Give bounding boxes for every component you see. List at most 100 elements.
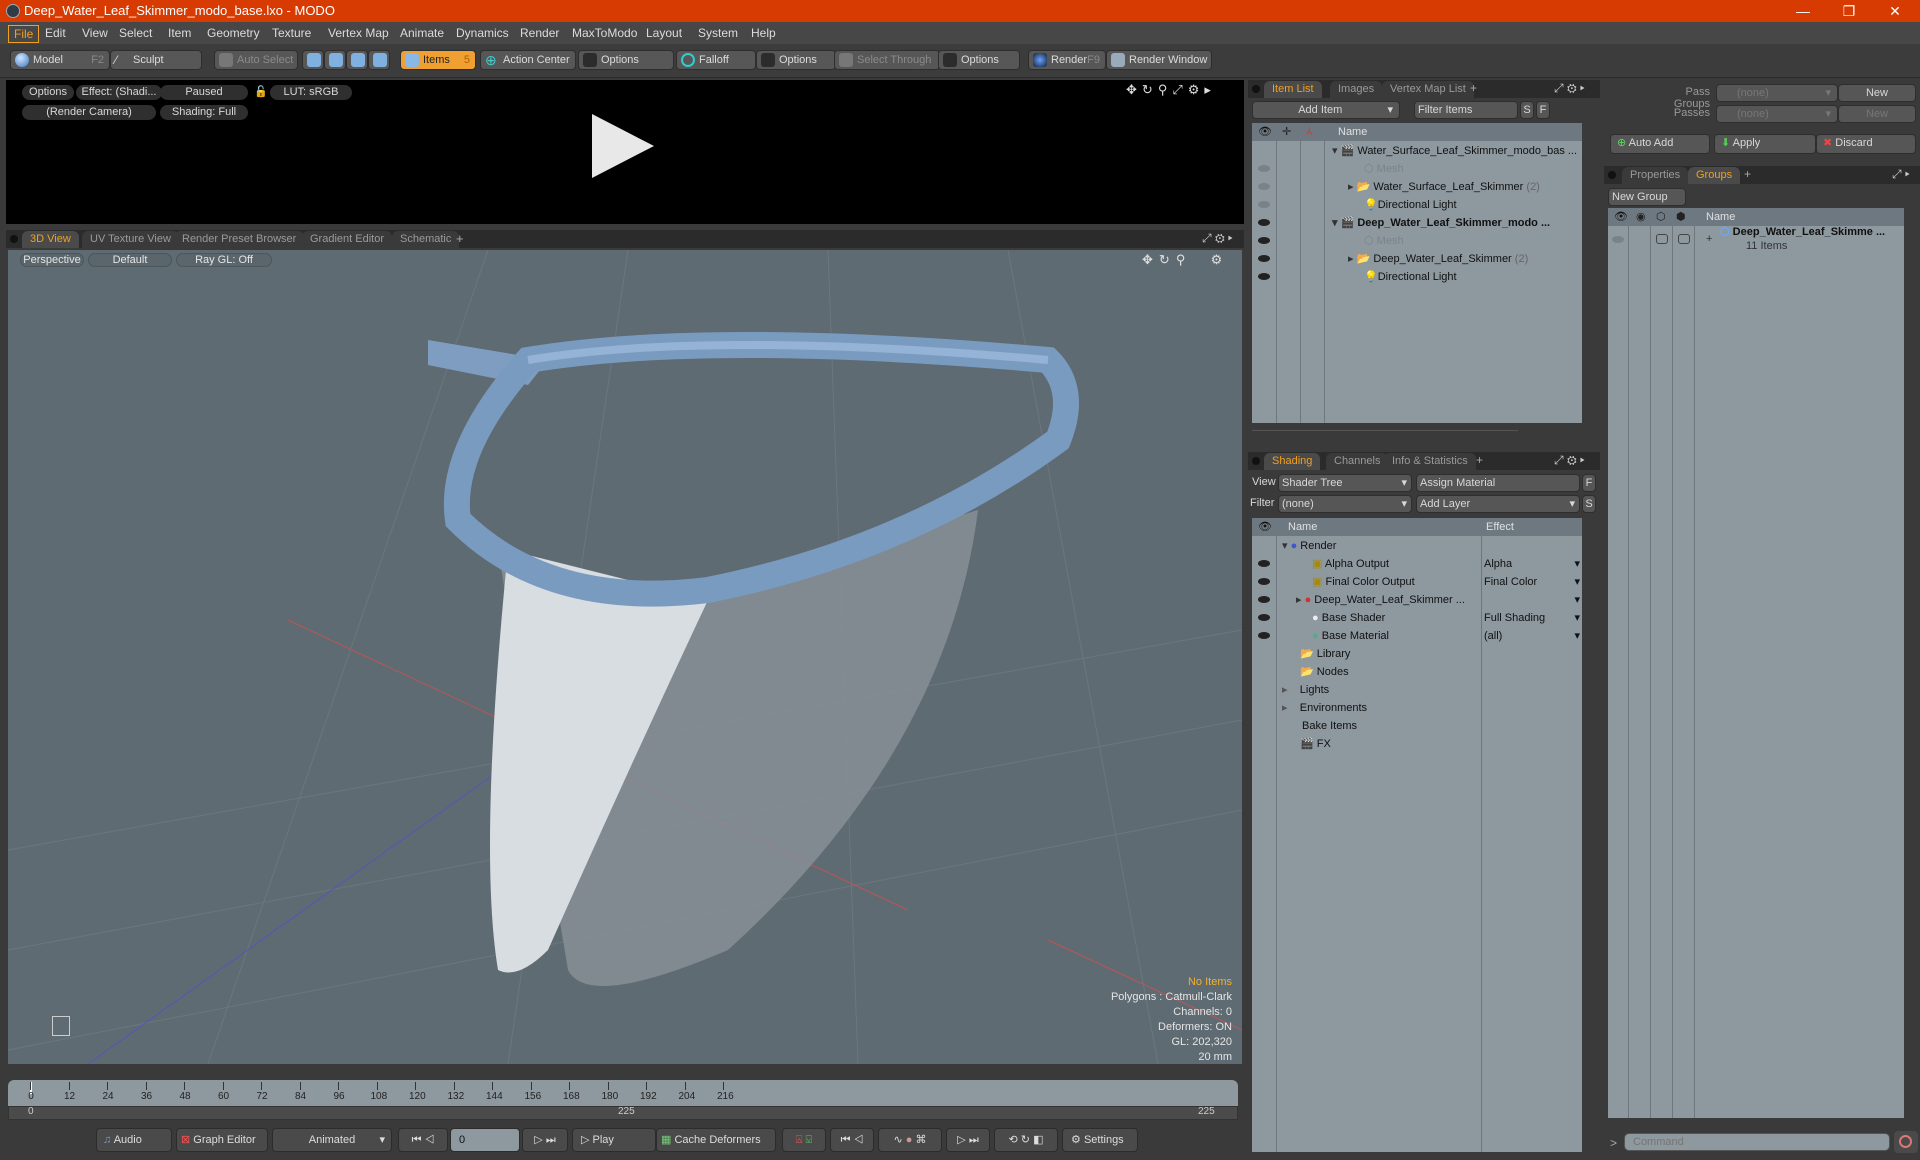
render-button[interactable]: Render F9 xyxy=(1028,50,1106,70)
maximize-icon[interactable]: ⤢ xyxy=(1554,81,1564,95)
auto-add-button[interactable]: ⊕ Auto Add xyxy=(1610,134,1710,154)
last-frame-icon[interactable]: ⏭ xyxy=(546,1134,556,1146)
visibility-eye-icon[interactable] xyxy=(1258,183,1270,190)
visibility-eye-icon[interactable] xyxy=(1258,560,1270,567)
expand-arrow-icon[interactable]: ▸ xyxy=(1282,702,1288,714)
shader-row[interactable]: ▾ ● Render xyxy=(1282,537,1336,555)
maximize-icon[interactable]: ⤢ xyxy=(1892,167,1902,181)
shader-row[interactable]: Bake Items xyxy=(1302,717,1357,735)
perspective-dropdown[interactable]: Perspective xyxy=(20,253,84,267)
minimize-button[interactable]: — xyxy=(1780,0,1826,22)
shader-row[interactable]: 📂 Nodes xyxy=(1300,663,1349,681)
list-item[interactable]: ▾ 🎬 Deep_Water_Leaf_Skimmer_modo ... xyxy=(1332,214,1550,232)
first-frame-icon[interactable]: ⏮ xyxy=(412,1134,422,1146)
list-item[interactable]: ⬡ Mesh xyxy=(1364,160,1404,178)
f-button[interactable]: F xyxy=(1582,474,1596,492)
timeline[interactable]: 0 12 24 36 48 60 72 84 96 108 120 132 144 156 168 180 19… xyxy=(8,1078,1240,1120)
next-icon[interactable]: ▷ xyxy=(957,1134,965,1146)
expand-group-icon[interactable]: + xyxy=(1706,230,1712,248)
command-history-button[interactable] xyxy=(1894,1131,1918,1153)
gear-icon[interactable]: ⚙ xyxy=(1215,231,1225,245)
render-window-button[interactable]: Render Window xyxy=(1106,50,1212,70)
visibility-eye-icon[interactable] xyxy=(1258,614,1270,621)
arrow-right-icon[interactable]: ▸ xyxy=(1905,167,1910,181)
apply-button[interactable]: ⬇ Apply xyxy=(1714,134,1816,154)
shader-row[interactable]: ▸ Lights xyxy=(1282,681,1329,699)
menu-render[interactable]: Render xyxy=(515,25,564,41)
filter-dropdown[interactable]: (none) ▾ xyxy=(1278,495,1412,513)
list-item[interactable]: ▸ 📂 Water_Surface_Leaf_Skimmer (2) xyxy=(1348,178,1540,196)
auto-key-icon[interactable]: ⌘ xyxy=(916,1134,927,1146)
render-options-button[interactable]: Options xyxy=(22,85,74,100)
shader-row[interactable]: 📂 Library xyxy=(1300,645,1350,663)
lock-checkbox[interactable] xyxy=(1656,234,1668,244)
list-item[interactable]: ⬡ Mesh xyxy=(1364,232,1404,250)
arrow-right-icon[interactable]: ▸ xyxy=(1204,82,1216,97)
list-item[interactable]: ▸ 📂 Deep_Water_Leaf_Skimmer (2) xyxy=(1348,250,1528,268)
prev-keyframe-icon[interactable]: ⏮ xyxy=(841,1134,851,1146)
visibility-eye-icon[interactable] xyxy=(1258,273,1270,280)
menu-help[interactable]: Help xyxy=(746,25,781,41)
action-center-button[interactable]: ⊕ Action Center xyxy=(480,50,576,70)
current-frame-input[interactable]: 0 xyxy=(450,1128,520,1152)
list-item[interactable]: 💡Directional Light xyxy=(1364,196,1457,214)
effect-dropdown[interactable]: Full Shading ▾ xyxy=(1484,609,1580,627)
menu-maxtomodo[interactable]: MaxToModo xyxy=(567,25,642,41)
shader-row[interactable]: ▣ Alpha Output xyxy=(1312,555,1389,573)
add-item-dropdown[interactable]: Add Item ▾ xyxy=(1252,101,1400,119)
raygl-toggle[interactable]: Ray GL: Off xyxy=(176,253,272,267)
list-item[interactable]: 💡Directional Light xyxy=(1364,268,1457,286)
passes-dropdown[interactable]: (none) ▾ xyxy=(1716,105,1838,123)
menu-item[interactable]: Item xyxy=(163,25,196,41)
new-pass-group-button[interactable]: New xyxy=(1838,84,1916,102)
falloff-button[interactable]: Falloff xyxy=(676,50,756,70)
tab-3d-view[interactable]: 3D View xyxy=(22,231,79,248)
effect-dropdown[interactable]: Alpha ▾ xyxy=(1484,555,1580,573)
tab-properties[interactable]: Properties xyxy=(1622,167,1689,184)
tab-shading[interactable]: Shading xyxy=(1264,453,1321,470)
next-key-icon[interactable]: ▷ xyxy=(534,1134,542,1146)
select-through-button[interactable]: Select Through xyxy=(834,50,940,70)
next-keyframe-icon[interactable]: ⏭ xyxy=(969,1134,979,1146)
arrow-right-icon[interactable]: ▸ xyxy=(1228,231,1233,245)
tab-images[interactable]: Images xyxy=(1330,81,1383,98)
auto-select-button[interactable]: Auto Select xyxy=(214,50,298,70)
maximize-icon[interactable]: ⤢ xyxy=(1202,231,1212,245)
edges-mode-button[interactable] xyxy=(324,50,346,70)
zoom-icon[interactable]: ⚲ xyxy=(1176,252,1192,267)
effect-dropdown[interactable]: ▾ xyxy=(1484,591,1580,609)
visibility-eye-icon[interactable] xyxy=(1612,236,1624,243)
prev-key-icon[interactable]: ◁ xyxy=(425,1134,435,1146)
shader-row[interactable]: 🎬 FX xyxy=(1300,735,1331,753)
arrow-right-icon[interactable]: ▸ xyxy=(1580,453,1585,467)
play-render-icon[interactable] xyxy=(592,114,654,178)
group-row[interactable]: ⬡ Deep_Water_Leaf_Skimme ... xyxy=(1720,223,1885,241)
vertices-mode-button[interactable] xyxy=(302,50,324,70)
command-input[interactable] xyxy=(1624,1133,1890,1151)
visibility-eye-icon[interactable] xyxy=(1258,578,1270,585)
effect-dropdown[interactable]: Final Color ▾ xyxy=(1484,573,1580,591)
maximize-icon[interactable]: ⤢ xyxy=(1554,453,1564,467)
tab-groups[interactable]: Groups xyxy=(1688,167,1741,184)
settings-button[interactable]: ⚙ Settings xyxy=(1062,1128,1138,1152)
add-tab-button[interactable]: + xyxy=(1476,453,1483,467)
pass-groups-dropdown[interactable]: (none) ▾ xyxy=(1716,84,1838,102)
gear-icon[interactable]: ⚙ xyxy=(1188,82,1205,97)
tab-channels[interactable]: Channels xyxy=(1326,453,1389,470)
curve-icon[interactable]: ∿ xyxy=(894,1134,903,1146)
gear-icon[interactable]: ⚙ xyxy=(1211,252,1229,267)
visibility-eye-icon[interactable] xyxy=(1258,632,1270,639)
assign-material-button[interactable]: Assign Material xyxy=(1416,474,1580,492)
tab-schematic[interactable]: Schematic xyxy=(392,231,460,248)
audio-button[interactable]: ♫ Audio xyxy=(96,1128,172,1152)
graph-editor-button[interactable]: ⊠ Graph Editor xyxy=(176,1128,268,1152)
horizontal-scrollbar[interactable] xyxy=(1252,430,1518,431)
action-center-options-button[interactable]: Options xyxy=(578,50,674,70)
menu-geometry[interactable]: Geometry xyxy=(202,25,265,41)
add-layer-dropdown[interactable]: Add Layer ▾ xyxy=(1416,495,1580,513)
s-button[interactable]: S xyxy=(1582,495,1596,513)
discard-button[interactable]: ✖ Discard xyxy=(1816,134,1916,154)
rotate-icon[interactable]: ↻ xyxy=(1159,252,1176,267)
tab-item-list[interactable]: Item List xyxy=(1264,81,1322,98)
shader-row[interactable]: ● Base Shader xyxy=(1312,609,1385,627)
